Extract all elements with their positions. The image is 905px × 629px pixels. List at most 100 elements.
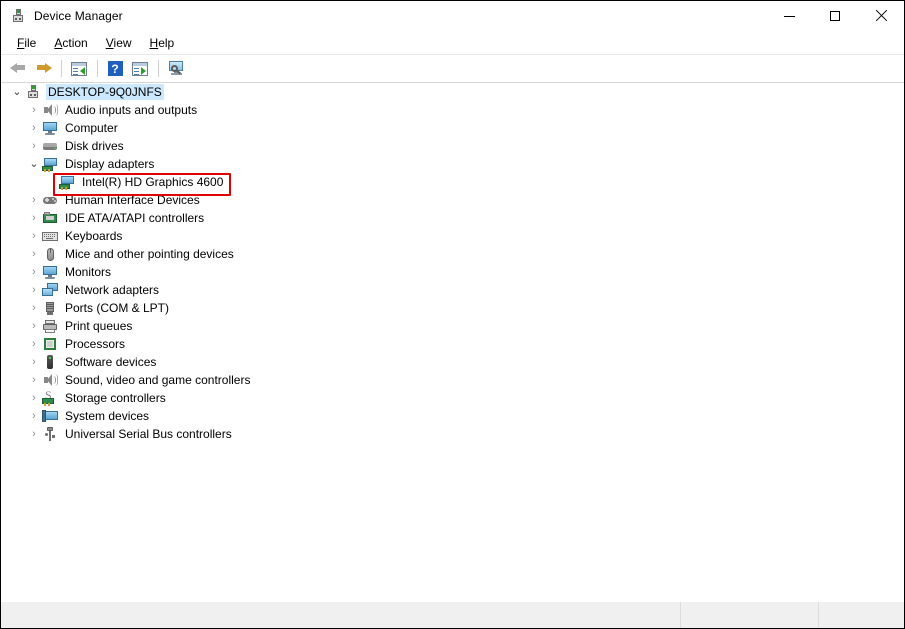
tree-item-processors[interactable]: › Processors <box>1 335 904 353</box>
status-pane-2 <box>681 602 819 628</box>
chevron-right-icon[interactable]: › <box>26 299 42 317</box>
tree-item-human-interface-devices[interactable]: › Human Interface Devices <box>1 191 904 209</box>
tree-item-mice-and-other-pointing-devices[interactable]: › Mice and other pointing devices <box>1 245 904 263</box>
chevron-right-icon[interactable]: › <box>26 101 42 119</box>
keyboard-icon <box>42 228 58 244</box>
chevron-right-icon[interactable]: › <box>26 353 42 371</box>
forward-button[interactable] <box>31 57 55 80</box>
tree-item-label: Intel(R) HD Graphics 4600 <box>82 175 224 189</box>
status-bar <box>1 601 904 628</box>
processor-icon <box>42 336 58 352</box>
chevron-down-icon[interactable]: ⌄ <box>26 155 42 173</box>
window-controls <box>766 1 904 31</box>
display-adapter-icon <box>42 156 58 172</box>
display-adapter-icon <box>59 174 75 190</box>
device-tree[interactable]: ⌄ DESKTOP-9Q0JNFS › Audio inputs and out… <box>1 82 904 601</box>
chevron-right-icon[interactable]: › <box>26 119 42 137</box>
chevron-right-icon[interactable]: › <box>26 263 42 281</box>
ide-controller-icon <box>42 210 58 226</box>
tree-item-universal-serial-bus-controllers[interactable]: › Universal Serial Bus controllers <box>1 425 904 443</box>
status-pane-1 <box>1 602 681 628</box>
chevron-right-icon[interactable]: › <box>26 191 42 209</box>
chevron-right-icon[interactable]: › <box>26 245 42 263</box>
gamepad-icon <box>42 192 58 208</box>
menu-help-accel: H <box>149 35 159 50</box>
tree-item-label: Audio inputs and outputs <box>65 103 198 117</box>
menu-action[interactable]: Action <box>45 34 96 52</box>
tree-item-root[interactable]: ⌄ DESKTOP-9Q0JNFS <box>1 83 904 101</box>
menu-action-rest: ction <box>62 35 88 50</box>
tree-item-software-devices[interactable]: › Software devices <box>1 353 904 371</box>
maximize-icon <box>830 11 840 21</box>
arrow-right-icon <box>35 61 52 76</box>
tree-item-label: Software devices <box>65 355 157 369</box>
tree-item-label: Storage controllers <box>65 391 166 405</box>
menu-help-rest: elp <box>158 35 175 50</box>
toolbar-separator-3 <box>158 60 159 77</box>
toolbar-separator-2 <box>97 60 98 77</box>
help-button[interactable]: ? <box>103 57 127 80</box>
chevron-right-icon[interactable]: › <box>26 425 42 443</box>
chevron-down-icon[interactable]: ⌄ <box>9 83 25 101</box>
tree-item-label: Keyboards <box>65 229 123 243</box>
tree-item-display-adapters[interactable]: ⌄ Display adapters <box>1 155 904 173</box>
minimize-icon <box>783 15 795 17</box>
chevron-placeholder-icon <box>43 173 59 191</box>
tree-item-storage-controllers[interactable]: › S Storage controllers <box>1 389 904 407</box>
chevron-right-icon[interactable]: › <box>26 209 42 227</box>
close-icon <box>875 10 887 22</box>
system-device-icon <box>42 408 58 424</box>
update-driver-button[interactable] <box>128 57 152 80</box>
chevron-right-icon[interactable]: › <box>26 371 42 389</box>
tree-item-root-label: DESKTOP-9Q0JNFS <box>46 84 164 100</box>
tree-item-disk-drives[interactable]: › Disk drives <box>1 137 904 155</box>
tree-item-monitors[interactable]: › Monitors <box>1 263 904 281</box>
tree-item-keyboards[interactable]: › Keyboards <box>1 227 904 245</box>
close-button[interactable] <box>858 1 904 31</box>
properties-button[interactable] <box>67 57 91 80</box>
tree-item-audio-inputs-and-outputs[interactable]: › Audio inputs and outputs <box>1 101 904 119</box>
tree-item-label: Monitors <box>65 265 112 279</box>
chevron-right-icon[interactable]: › <box>26 389 42 407</box>
back-button[interactable] <box>6 57 30 80</box>
tree-item-intel-hd-graphics-4600[interactable]: Intel(R) HD Graphics 4600 <box>1 173 904 191</box>
chevron-right-icon[interactable]: › <box>26 137 42 155</box>
menu-help[interactable]: Help <box>141 34 184 52</box>
maximize-button[interactable] <box>812 1 858 31</box>
scan-monitor-icon <box>168 61 185 76</box>
toolbar: ? <box>1 55 904 83</box>
menu-file[interactable]: File <box>8 34 45 52</box>
chevron-right-icon[interactable]: › <box>26 281 42 299</box>
scan-hardware-button[interactable] <box>164 57 188 80</box>
monitor-icon <box>42 264 58 280</box>
chevron-right-icon[interactable]: › <box>26 335 42 353</box>
usb-icon <box>42 426 58 442</box>
tree-item-label: Human Interface Devices <box>65 193 200 207</box>
arrow-left-icon <box>9 61 27 76</box>
chevron-right-icon[interactable]: › <box>26 227 42 245</box>
chevron-right-icon[interactable]: › <box>26 317 42 335</box>
menu-view-accel: V <box>105 35 114 50</box>
tree-item-sound-video-and-game-controllers[interactable]: › Sound, video and game controllers <box>1 371 904 389</box>
monitor-icon <box>42 120 58 136</box>
tree-item-ports-com-and-lpt[interactable]: › Ports (COM & LPT) <box>1 299 904 317</box>
printer-icon <box>42 318 58 334</box>
storage-controller-icon: S <box>42 389 58 406</box>
mouse-icon <box>42 246 58 262</box>
tree-item-computer[interactable]: › Computer <box>1 119 904 137</box>
tree-item-print-queues[interactable]: › Print queues <box>1 317 904 335</box>
port-icon <box>42 300 58 316</box>
menu-view[interactable]: View <box>97 34 141 52</box>
tree-item-system-devices[interactable]: › System devices <box>1 407 904 425</box>
toolbar-separator-1 <box>61 60 62 77</box>
network-adapter-icon <box>42 282 58 298</box>
properties-icon <box>71 61 87 76</box>
window-title: Device Manager <box>34 9 123 23</box>
minimize-button[interactable] <box>766 1 812 31</box>
tree-item-ide-ata-atapi-controllers[interactable]: › IDE ATA/ATAPI controllers <box>1 209 904 227</box>
help-icon: ? <box>107 61 123 76</box>
chevron-right-icon[interactable]: › <box>26 407 42 425</box>
status-pane-3 <box>819 602 904 628</box>
menu-view-rest: iew <box>113 35 132 50</box>
tree-item-network-adapters[interactable]: › Network adapters <box>1 281 904 299</box>
